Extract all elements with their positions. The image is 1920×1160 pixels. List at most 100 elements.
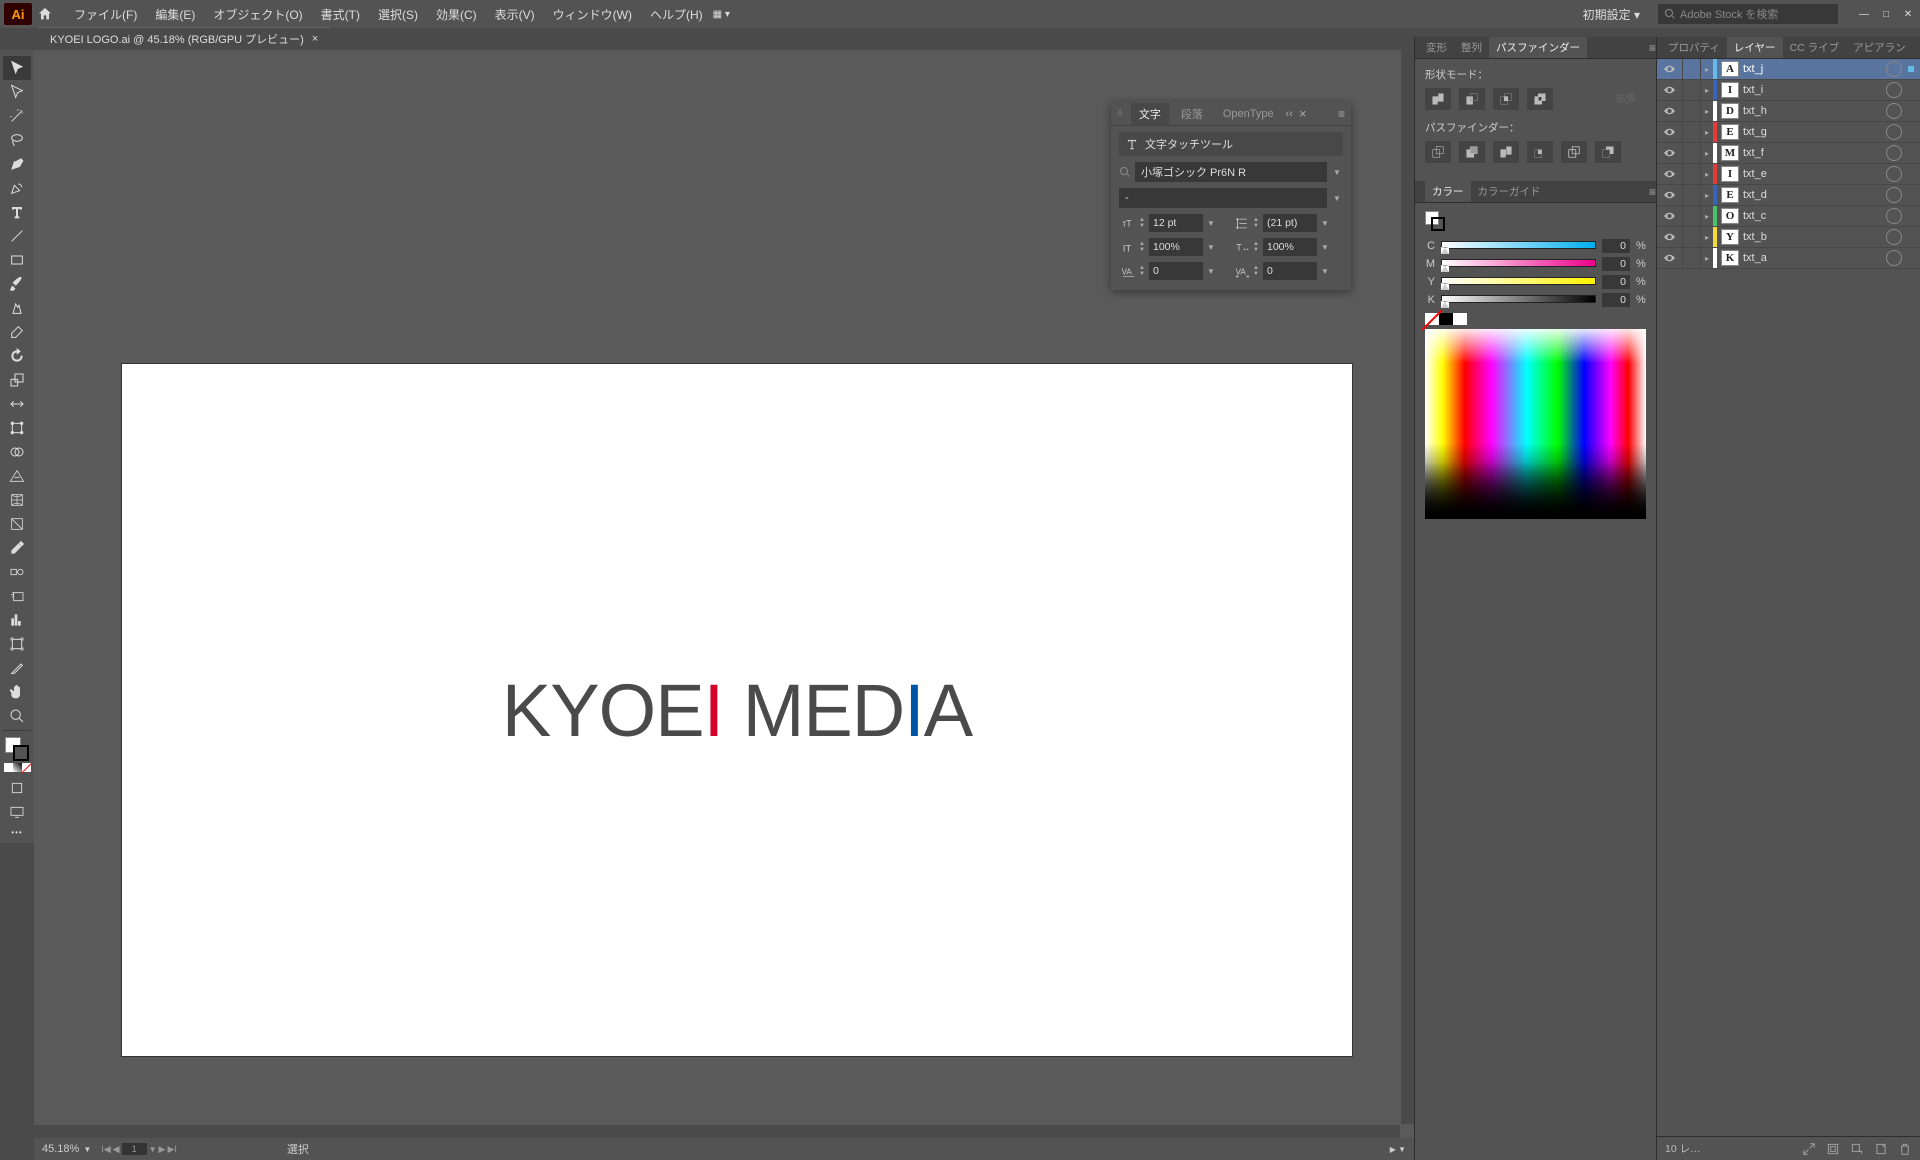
layer-name[interactable]: txt_i xyxy=(1743,84,1886,96)
tracking-field[interactable]: VA ▲▼ 0 ▼ xyxy=(1233,262,1343,280)
visibility-toggle[interactable] xyxy=(1657,80,1683,100)
direct-selection-tool[interactable] xyxy=(3,80,31,104)
artboard-tool[interactable] xyxy=(3,632,31,656)
vscale-field[interactable]: IT ▲▼ 100% ▼ xyxy=(1119,238,1229,256)
unite-button[interactable] xyxy=(1425,88,1451,110)
expand-arrow[interactable]: ▸ xyxy=(1701,86,1713,95)
black-value[interactable]: 0 xyxy=(1602,293,1630,307)
expand-button[interactable]: 拡張 xyxy=(1606,88,1646,110)
new-sublayer-button[interactable] xyxy=(1850,1142,1864,1156)
target-icon[interactable] xyxy=(1886,250,1902,266)
target-icon[interactable] xyxy=(1886,166,1902,182)
visibility-toggle[interactable] xyxy=(1657,143,1683,163)
panel-collapse-button[interactable]: ‹‹ xyxy=(1286,108,1293,120)
screen-mode[interactable] xyxy=(3,800,31,824)
selection-indicator[interactable] xyxy=(1908,129,1914,135)
target-icon[interactable] xyxy=(1886,61,1902,77)
color-fill-stroke[interactable] xyxy=(1425,211,1445,231)
paintbrush-tool[interactable] xyxy=(3,272,31,296)
cyan-value[interactable]: 0 xyxy=(1602,239,1630,253)
stepper[interactable]: ▲▼ xyxy=(1253,217,1261,229)
lock-toggle[interactable] xyxy=(1683,101,1701,121)
maximize-button[interactable]: □ xyxy=(1878,6,1894,22)
lock-toggle[interactable] xyxy=(1683,185,1701,205)
visibility-toggle[interactable] xyxy=(1657,206,1683,226)
color-spectrum[interactable] xyxy=(1425,329,1646,519)
stepper[interactable]: ▲▼ xyxy=(1253,265,1261,277)
layer-name[interactable]: txt_h xyxy=(1743,105,1886,117)
layer-row[interactable]: ▸ I txt_i xyxy=(1657,80,1920,101)
trim-button[interactable] xyxy=(1459,141,1485,163)
color-mode-tiny[interactable] xyxy=(4,763,31,772)
tab-appearance[interactable]: アピアラン xyxy=(1846,37,1913,58)
selection-indicator[interactable] xyxy=(1908,150,1914,156)
hscale-field[interactable]: T↔ ▲▼ 100% ▼ xyxy=(1233,238,1343,256)
target-icon[interactable] xyxy=(1886,103,1902,119)
tab-transform[interactable]: 変形 xyxy=(1419,37,1454,58)
panel-menu-button[interactable]: ≡ xyxy=(1649,185,1656,199)
tiny-none[interactable] xyxy=(22,763,31,772)
layer-name[interactable]: txt_g xyxy=(1743,126,1886,138)
horizontal-scrollbar[interactable] xyxy=(34,1125,1400,1138)
panel-menu-button[interactable]: ≡ xyxy=(1338,107,1345,121)
selection-indicator[interactable] xyxy=(1908,192,1914,198)
vscale-value[interactable]: 100% xyxy=(1149,238,1203,256)
menu-file[interactable]: ファイル(F) xyxy=(66,2,145,27)
minimize-button[interactable]: — xyxy=(1856,6,1872,22)
rectangle-tool[interactable] xyxy=(3,248,31,272)
magenta-value[interactable]: 0 xyxy=(1602,257,1630,271)
selection-indicator[interactable] xyxy=(1908,213,1914,219)
hand-tool[interactable] xyxy=(3,680,31,704)
tab-pathfinder[interactable]: パスファインダー xyxy=(1489,37,1587,58)
close-tab-button[interactable]: × xyxy=(312,33,318,45)
character-panel-header[interactable]: ⠿ 文字 段落 OpenType ‹‹ × ≡ xyxy=(1111,102,1351,126)
tab-opentype[interactable]: OpenType xyxy=(1215,105,1282,123)
tiny-fill[interactable] xyxy=(4,763,13,772)
font-size-value[interactable]: 12 pt xyxy=(1149,214,1203,232)
column-graph-tool[interactable] xyxy=(3,608,31,632)
nav-first[interactable]: I◀ xyxy=(101,1144,110,1155)
stepper[interactable]: ▲▼ xyxy=(1139,217,1147,229)
layer-name[interactable]: txt_j xyxy=(1743,63,1886,75)
target-icon[interactable] xyxy=(1886,208,1902,224)
expand-arrow[interactable]: ▸ xyxy=(1701,254,1713,263)
layer-row[interactable]: ▸ I txt_e xyxy=(1657,164,1920,185)
expand-arrow[interactable]: ▸ xyxy=(1701,107,1713,116)
yellow-slider[interactable]: Y 0% xyxy=(1425,275,1646,289)
minus-back-button[interactable] xyxy=(1595,141,1621,163)
white-swatch[interactable] xyxy=(1453,313,1467,325)
lock-toggle[interactable] xyxy=(1683,248,1701,268)
merge-button[interactable] xyxy=(1493,141,1519,163)
workspace-switcher[interactable]: 初期設定 ▾ xyxy=(1573,4,1650,25)
tiny-gradient[interactable] xyxy=(13,763,22,772)
expand-arrow[interactable]: ▸ xyxy=(1701,149,1713,158)
delete-layer-button[interactable] xyxy=(1898,1142,1912,1156)
selection-indicator[interactable] xyxy=(1908,171,1914,177)
visibility-toggle[interactable] xyxy=(1657,248,1683,268)
lock-toggle[interactable] xyxy=(1683,164,1701,184)
type-tool[interactable] xyxy=(3,200,31,224)
menu-help[interactable]: ヘルプ(H) xyxy=(642,2,711,27)
font-style-combo[interactable]: - xyxy=(1119,188,1327,208)
nav-page-drop[interactable]: ▼ xyxy=(149,1145,157,1154)
yellow-value[interactable]: 0 xyxy=(1602,275,1630,289)
nav-page[interactable]: 1 xyxy=(122,1143,147,1155)
outline-button[interactable] xyxy=(1561,141,1587,163)
stepper[interactable]: ▲▼ xyxy=(1253,241,1261,253)
black-slider[interactable]: K 0% xyxy=(1425,293,1646,307)
curvature-tool[interactable] xyxy=(3,176,31,200)
width-tool[interactable] xyxy=(3,392,31,416)
leading-field[interactable]: ▲▼ (21 pt) ▼ xyxy=(1233,214,1343,232)
touch-type-tool-button[interactable]: 文字タッチツール xyxy=(1119,132,1343,156)
layer-row[interactable]: ▸ A txt_j xyxy=(1657,59,1920,80)
tab-color-guide[interactable]: カラーガイド xyxy=(1471,181,1548,202)
minus-front-button[interactable] xyxy=(1459,88,1485,110)
expand-arrow[interactable]: ▸ xyxy=(1701,191,1713,200)
shaper-tool[interactable] xyxy=(3,296,31,320)
menu-object[interactable]: オブジェクト(O) xyxy=(205,2,310,27)
visibility-toggle[interactable] xyxy=(1657,227,1683,247)
mesh-tool[interactable] xyxy=(3,488,31,512)
expand-arrow[interactable]: ▸ xyxy=(1701,212,1713,221)
selection-indicator[interactable] xyxy=(1908,234,1914,240)
layer-row[interactable]: ▸ Y txt_b xyxy=(1657,227,1920,248)
